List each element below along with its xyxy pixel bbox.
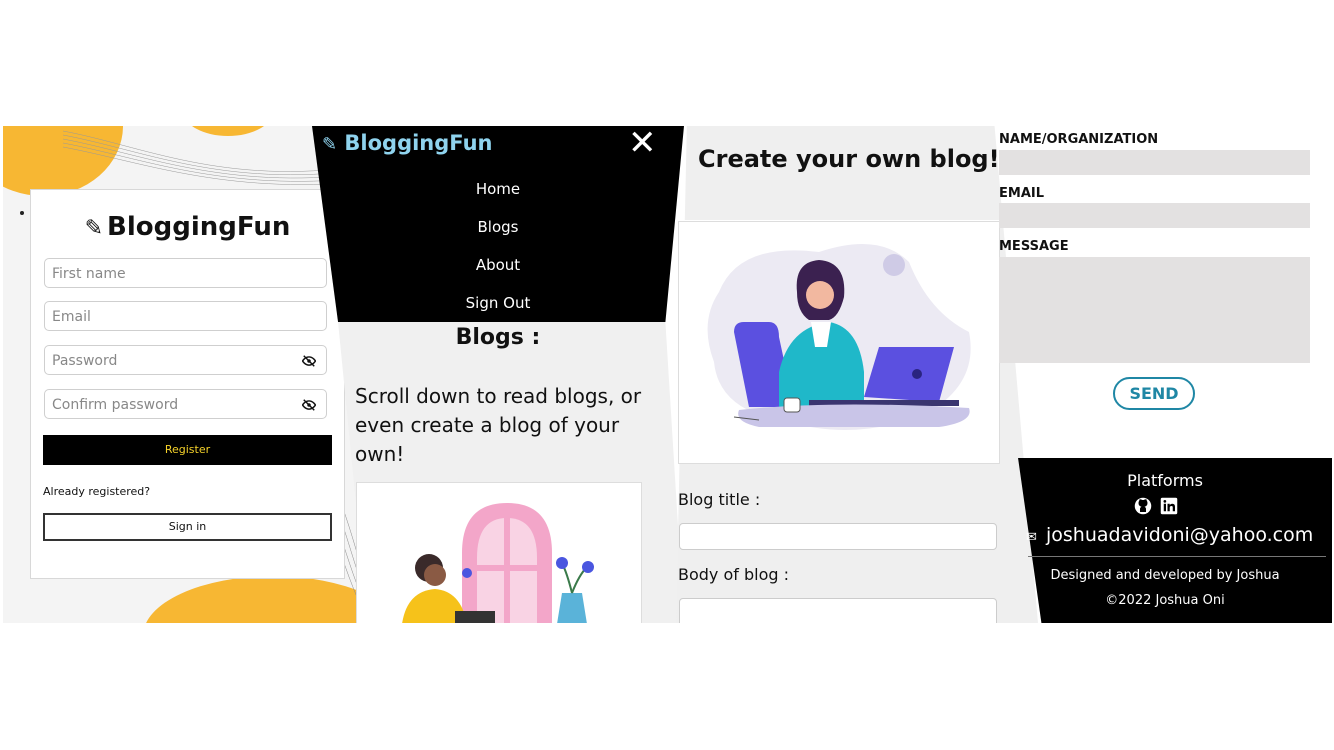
- footer-email[interactable]: joshuadavidoni@yahoo.com: [1046, 524, 1313, 546]
- message-label: MESSAGE: [999, 239, 1069, 254]
- pencil-icon: ✎: [322, 134, 338, 155]
- nav-brand-name: BloggingFun: [344, 131, 493, 155]
- first-name-placeholder: First name: [52, 266, 126, 282]
- github-icon[interactable]: [1134, 497, 1152, 519]
- password-input[interactable]: Password: [44, 345, 327, 375]
- nav-item-sign-out[interactable]: Sign Out: [312, 294, 684, 312]
- email-input[interactable]: Email: [44, 301, 327, 331]
- blog-body-label: Body of blog :: [678, 565, 790, 584]
- sign-in-button[interactable]: Sign in: [43, 513, 332, 541]
- blogs-panel: ✎ BloggingFun ✕ Home Blogs About Sign Ou…: [312, 126, 684, 623]
- brand-name: BloggingFun: [107, 212, 291, 242]
- first-name-input[interactable]: First name: [44, 258, 327, 288]
- mail-icon: ✉: [1026, 530, 1037, 545]
- email-label: EMAIL: [999, 186, 1044, 201]
- password-placeholder: Password: [52, 353, 118, 369]
- close-icon[interactable]: ✕: [628, 126, 657, 160]
- nav-brand[interactable]: ✎ BloggingFun: [322, 131, 492, 155]
- linkedin-icon[interactable]: [1160, 497, 1178, 519]
- name-field[interactable]: [999, 150, 1310, 175]
- blog-title-input[interactable]: [679, 523, 997, 550]
- email-field[interactable]: [999, 203, 1310, 228]
- send-button[interactable]: SEND: [1113, 377, 1195, 410]
- register-button[interactable]: Register: [43, 435, 332, 465]
- contact-panel: NAME/ORGANIZATION EMAIL MESSAGE SEND Pla…: [998, 126, 1332, 623]
- create-blog-panel: Create your own blog! Blog title : Body …: [676, 126, 1038, 623]
- platforms-heading: Platforms: [1127, 471, 1203, 490]
- brand-logo: ✎ BloggingFun: [31, 212, 344, 242]
- confirm-password-placeholder: Confirm password: [52, 397, 179, 413]
- footer-copyright: ©2022 Joshua Oni: [1105, 593, 1225, 608]
- create-blog-illustration: [678, 221, 1000, 464]
- nav-item-blogs[interactable]: Blogs: [312, 218, 684, 236]
- create-blog-heading: Create your own blog!: [698, 145, 1000, 173]
- social-icons: [1134, 497, 1196, 517]
- blogs-intro: Scroll down to read blogs, or even creat…: [355, 384, 642, 466]
- already-registered-text: Already registered?: [43, 485, 151, 498]
- nav-item-about[interactable]: About: [312, 256, 684, 274]
- footer-credit: Designed and developed by Joshua: [1050, 568, 1280, 583]
- message-field[interactable]: [999, 257, 1310, 363]
- blogs-heading: Blogs :: [455, 325, 541, 350]
- confirm-password-input[interactable]: Confirm password: [44, 389, 327, 419]
- pencil-icon: ✎: [84, 216, 104, 241]
- blog-body-input[interactable]: [679, 598, 997, 623]
- name-label: NAME/ORGANIZATION: [999, 132, 1159, 147]
- register-card: ✎ BloggingFun First name Email Password C…: [30, 189, 345, 579]
- nav-item-home[interactable]: Home: [312, 180, 684, 198]
- blog-title-label: Blog title :: [678, 490, 761, 509]
- email-placeholder: Email: [52, 309, 91, 325]
- footer-divider: [1028, 556, 1326, 557]
- list-bullet: [20, 211, 24, 215]
- blogs-illustration: [356, 482, 642, 623]
